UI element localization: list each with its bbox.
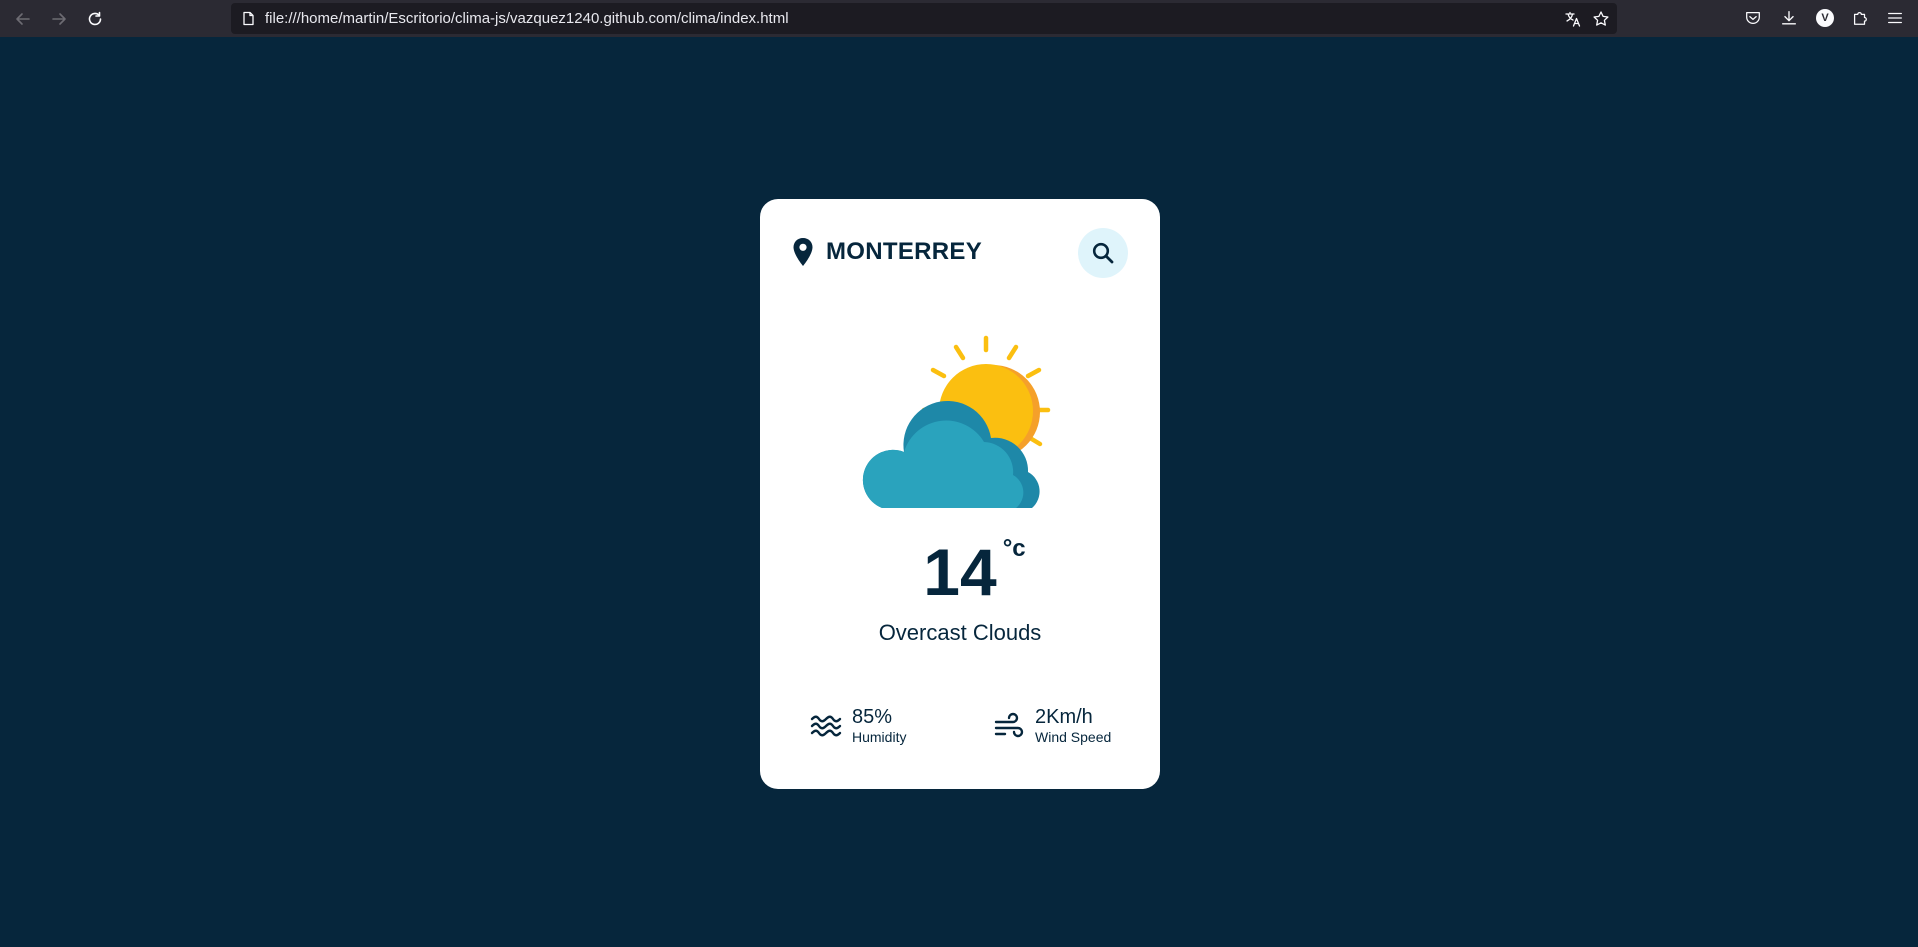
bookmark-star-icon[interactable] [1592,10,1610,28]
waves-icon [810,715,842,737]
page-icon [243,11,254,26]
temperature-block: 14 °c [760,537,1160,606]
pocket-button[interactable] [1743,8,1763,28]
download-icon [1782,11,1796,25]
back-button[interactable] [10,6,36,32]
menu-button[interactable] [1885,8,1905,28]
hamburger-menu-icon [1888,12,1902,24]
forward-button[interactable] [46,6,72,32]
humidity-label: Humidity [852,729,907,745]
humidity-detail: 85% Humidity [810,706,906,746]
partly-cloudy-icon [862,335,1051,508]
puzzle-icon [1853,11,1867,25]
search-icon [1092,242,1114,264]
temperature-unit: °c [1002,535,1026,562]
wind-text: 2Km/h Wind Speed [1035,706,1111,746]
profile-button[interactable]: V [1815,8,1835,28]
url-bar[interactable]: file:///home/martin/Escritorio/clima-js/… [231,3,1617,34]
map-pin-icon [793,238,813,266]
translate-icon[interactable] [1564,10,1582,28]
downloads-button[interactable] [1779,8,1799,28]
url-text[interactable]: file:///home/martin/Escritorio/clima-js/… [265,10,789,27]
pocket-icon [1746,11,1760,25]
wind-value: 2Km/h [1035,706,1093,728]
browser-toolbar: file:///home/martin/Escritorio/clima-js/… [0,0,1918,37]
wind-icon [994,712,1024,738]
weather-card: MONTERREY 14 °c Overcast Clouds 85% Humi… [760,199,1160,789]
weather-description: Overcast Clouds [878,620,1042,645]
arrow-right-icon [52,13,66,25]
wind-detail: 2Km/h Wind Speed [993,706,1111,746]
location-header: MONTERREY [792,237,982,267]
temperature-display: 14 °c [923,537,1025,606]
humidity-text: 85% Humidity [852,706,906,746]
avatar: V [1816,9,1834,27]
arrow-left-icon [16,13,30,25]
humidity-value: 85% [852,706,893,728]
wind-label: Wind Speed [1035,729,1112,745]
temperature-value: 14 [923,535,997,609]
city-name: MONTERREY [826,238,983,265]
reload-button[interactable] [82,6,108,32]
extensions-button[interactable] [1850,8,1870,28]
reload-icon [88,11,102,26]
search-button[interactable] [1078,228,1128,278]
